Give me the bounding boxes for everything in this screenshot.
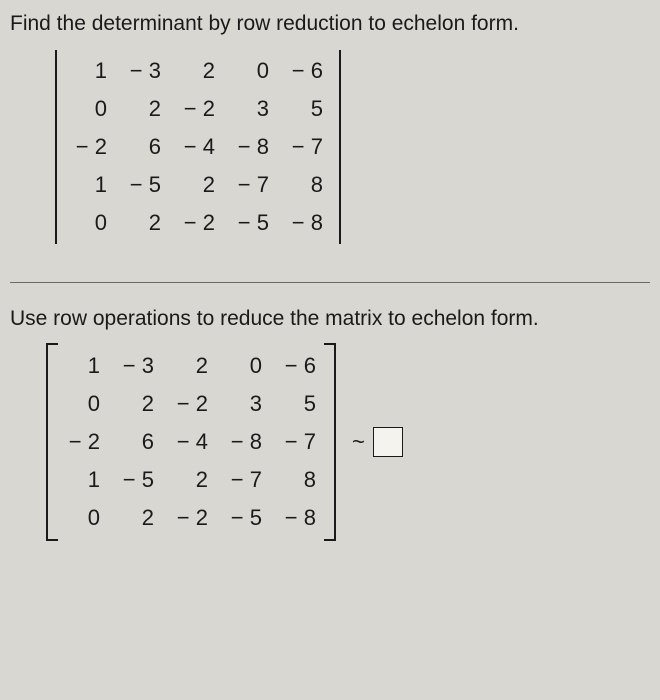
matrix-cell: 2	[110, 499, 164, 537]
matrix-cell: − 8	[218, 423, 272, 461]
matrix-cell: 2	[164, 347, 218, 385]
matrix-cell: 0	[63, 204, 117, 242]
matrix-cell: − 6	[279, 52, 333, 90]
prompt-determinant: Find the determinant by row reduction to…	[10, 12, 650, 36]
table-row: 1 − 3 2 0 − 6	[63, 52, 333, 90]
matrix-cell: − 5	[225, 204, 279, 242]
table-row: 0 2 − 2 3 5	[56, 385, 326, 423]
matrix-cell: 1	[56, 461, 110, 499]
matrix-cell: 8	[272, 461, 326, 499]
bracket-matrix: 1 − 3 2 0 − 6 0 2 − 2 3 5 − 2 6 − 4	[56, 347, 326, 537]
section-divider	[10, 282, 650, 283]
matrix-cell: 0	[56, 499, 110, 537]
matrix-cell: − 7	[272, 423, 326, 461]
matrix-cell: − 2	[56, 423, 110, 461]
matrix-cell: − 4	[171, 128, 225, 166]
matrix-cell: − 6	[272, 347, 326, 385]
table-row: 0 2 − 2 − 5 − 8	[56, 499, 326, 537]
table-row: − 2 6 − 4 − 8 − 7	[63, 128, 333, 166]
matrix-cell: − 5	[117, 166, 171, 204]
table-row: 0 2 − 2 3 5	[63, 90, 333, 128]
matrix-cell: 6	[110, 423, 164, 461]
determinant-display: 1 − 3 2 0 − 6 0 2 − 2 3 5 − 2 6 − 4 − 8 …	[45, 46, 351, 248]
matrix-cell: 3	[225, 90, 279, 128]
matrix-cell: 5	[279, 90, 333, 128]
table-row: − 2 6 − 4 − 8 − 7	[56, 423, 326, 461]
matrix-cell: 3	[218, 385, 272, 423]
matrix-cell: − 3	[117, 52, 171, 90]
matrix-cell: − 8	[272, 499, 326, 537]
matrix-cell: 2	[117, 204, 171, 242]
matrix-bracket-display: 1 − 3 2 0 − 6 0 2 − 2 3 5 − 2 6 − 4	[38, 341, 344, 543]
matrix-cell: 1	[56, 347, 110, 385]
matrix-cell: − 4	[164, 423, 218, 461]
matrix-cell: − 5	[110, 461, 164, 499]
matrix-cell: 1	[63, 52, 117, 90]
matrix-cell: − 2	[164, 499, 218, 537]
matrix-cell: 2	[171, 52, 225, 90]
matrix-cell: 0	[218, 347, 272, 385]
matrix-cell: 2	[164, 461, 218, 499]
matrix-cell: 0	[56, 385, 110, 423]
matrix-cell: − 7	[225, 166, 279, 204]
table-row: 1 − 3 2 0 − 6	[56, 347, 326, 385]
matrix-cell: 1	[63, 166, 117, 204]
table-row: 1 − 5 2 − 7 8	[56, 461, 326, 499]
table-row: 1 − 5 2 − 7 8	[63, 166, 333, 204]
matrix-cell: − 5	[218, 499, 272, 537]
matrix-cell: − 2	[63, 128, 117, 166]
matrix-cell: − 7	[279, 128, 333, 166]
determinant-matrix: 1 − 3 2 0 − 6 0 2 − 2 3 5 − 2 6 − 4 − 8 …	[63, 52, 333, 242]
matrix-cell: − 2	[164, 385, 218, 423]
matrix-cell: 2	[117, 90, 171, 128]
matrix-cell: 5	[272, 385, 326, 423]
answer-input[interactable]	[373, 427, 403, 457]
matrix-cell: − 7	[218, 461, 272, 499]
matrix-cell: − 8	[279, 204, 333, 242]
matrix-cell: 2	[110, 385, 164, 423]
matrix-cell: − 3	[110, 347, 164, 385]
matrix-cell: − 2	[171, 204, 225, 242]
tilde-symbol: ~	[352, 429, 365, 455]
row-reduction-equation: 1 − 3 2 0 − 6 0 2 − 2 3 5 − 2 6 − 4	[38, 341, 650, 543]
matrix-cell: − 8	[225, 128, 279, 166]
matrix-cell: 8	[279, 166, 333, 204]
problem-page: Find the determinant by row reduction to…	[0, 0, 660, 555]
matrix-cell: − 2	[171, 90, 225, 128]
matrix-cell: 2	[171, 166, 225, 204]
matrix-cell: 6	[117, 128, 171, 166]
matrix-cell: 0	[225, 52, 279, 90]
matrix-cell: 0	[63, 90, 117, 128]
prompt-row-ops: Use row operations to reduce the matrix …	[10, 307, 650, 331]
table-row: 0 2 − 2 − 5 − 8	[63, 204, 333, 242]
